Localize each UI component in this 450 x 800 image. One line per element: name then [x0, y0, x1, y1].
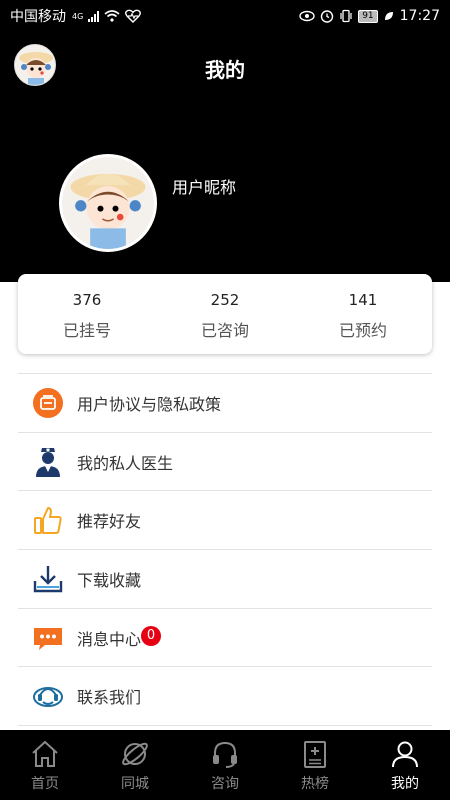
menu-label: 消息中心: [77, 629, 142, 649]
vibrate-icon: [340, 9, 352, 23]
wifi-icon: [104, 10, 120, 22]
home-icon: [29, 738, 61, 770]
doctor-icon: [32, 446, 64, 478]
stat-label: 已预约: [338, 321, 387, 340]
carrier-label: 中国移动: [10, 9, 66, 25]
stat-label: 已挂号: [62, 321, 111, 340]
stat-booked[interactable]: 141 已预约: [294, 274, 432, 354]
planet-icon: [119, 738, 151, 770]
stat-consulted[interactable]: 252 已咨询: [156, 274, 294, 354]
menu-item-private-doctor[interactable]: 我的私人医生: [18, 433, 432, 492]
menu-item-privacy-policy[interactable]: 用户协议与隐私政策: [18, 374, 432, 433]
thumbs-up-icon: [32, 504, 64, 536]
tab-ranking[interactable]: 热榜: [270, 730, 360, 800]
menu-item-message-center[interactable]: 消息中心 0: [18, 609, 432, 668]
bottom-tab-bar: 首页 同城 咨询 热榜 我的: [0, 730, 450, 800]
battery-icon: 91: [358, 9, 378, 23]
menu-list: 用户协议与隐私政策 我的私人医生 推荐好友 下载收藏 消息中心 0 联系我们: [18, 373, 432, 727]
ranking-icon: [299, 738, 331, 770]
tab-mine[interactable]: 我的: [360, 730, 450, 800]
message-icon: [32, 622, 64, 654]
signal-icon: [88, 10, 100, 22]
heart-rate-icon: [125, 9, 142, 23]
clock-time: 17:27: [399, 8, 440, 24]
tab-home[interactable]: 首页: [0, 730, 90, 800]
menu-label: 我的私人医生: [77, 453, 174, 473]
tab-local[interactable]: 同城: [90, 730, 180, 800]
stat-label: 已咨询: [200, 321, 249, 340]
tab-label: 同城: [121, 776, 149, 792]
profile-header: 我的 用户昵称: [0, 32, 450, 282]
unread-badge: 0: [141, 625, 162, 646]
profile-avatar[interactable]: [59, 154, 157, 252]
user-nickname[interactable]: 用户昵称: [172, 174, 236, 198]
alarm-icon: [320, 10, 334, 23]
menu-item-recommend-friends[interactable]: 推荐好友: [18, 491, 432, 551]
status-bar: 中国移动 4G 91 17:27: [0, 0, 450, 32]
document-icon: [32, 387, 64, 419]
menu-label: 推荐好友: [77, 512, 142, 532]
stat-registered[interactable]: 376 已挂号: [18, 274, 156, 354]
stat-value: 252: [210, 291, 240, 309]
headset-icon: [32, 680, 64, 712]
user-icon: [389, 738, 421, 770]
download-icon: [32, 563, 64, 595]
network-label: 4G: [72, 11, 84, 21]
stat-value: 376: [72, 291, 102, 309]
stat-value: 141: [348, 291, 378, 309]
menu-label: 用户协议与隐私政策: [77, 394, 222, 414]
menu-item-downloads[interactable]: 下载收藏: [18, 550, 432, 609]
stats-card: 376 已挂号 252 已咨询 141 已预约: [18, 274, 432, 354]
page-title: 我的: [205, 58, 245, 82]
menu-item-contact-us[interactable]: 联系我们: [18, 667, 432, 727]
headphones-icon: [209, 738, 241, 770]
eye-icon: [299, 10, 315, 22]
menu-label: 联系我们: [77, 688, 142, 708]
tab-label: 咨询: [211, 776, 239, 792]
menu-label: 下载收藏: [77, 570, 142, 590]
tab-label: 热榜: [301, 776, 329, 792]
tab-label: 我的: [391, 776, 419, 792]
tab-label: 首页: [31, 776, 59, 792]
tab-consult[interactable]: 咨询: [180, 730, 270, 800]
girl-avatar-large-icon: [62, 157, 154, 249]
leaf-icon: [384, 12, 393, 20]
